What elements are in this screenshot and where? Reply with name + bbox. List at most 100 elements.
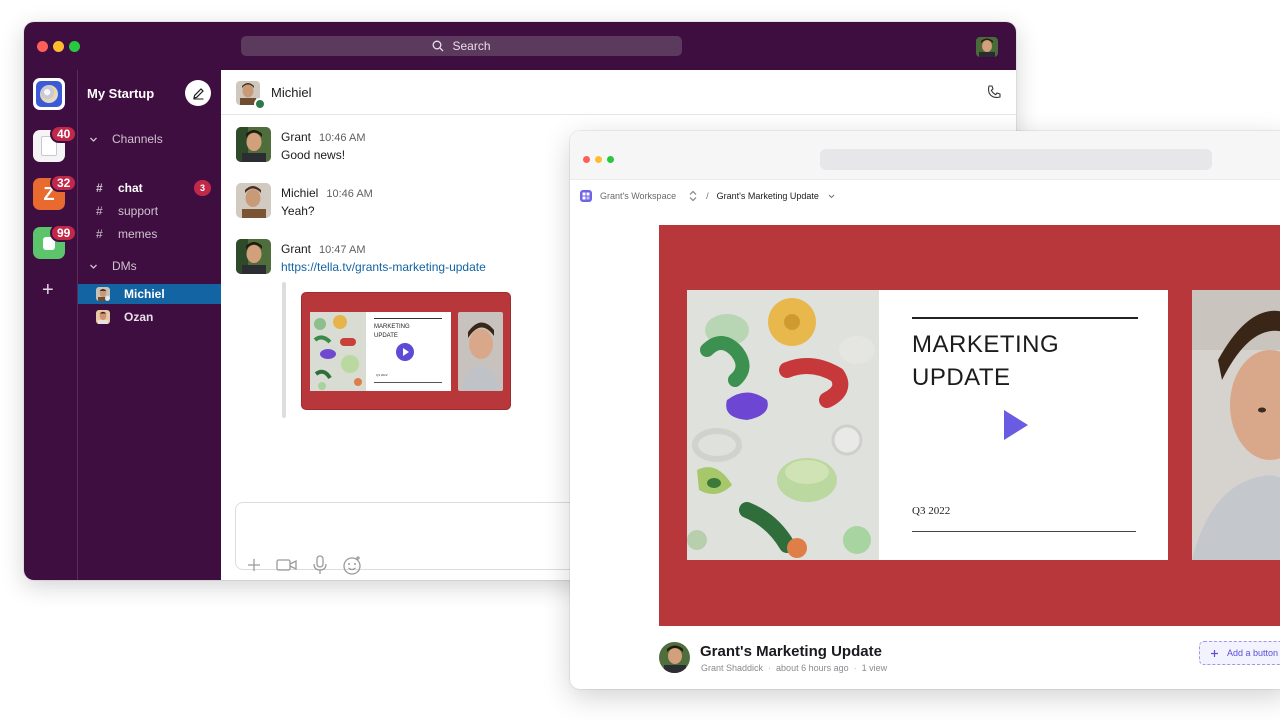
chevron-down-icon xyxy=(90,264,97,269)
message-link[interactable]: https://tella.tv/grants-marketing-update xyxy=(281,260,486,274)
sidebar-item-support[interactable]: # support xyxy=(78,201,221,221)
slide: MARKETING UPDATE Q3 2022 xyxy=(687,290,1168,560)
chevron-down-icon[interactable] xyxy=(827,192,836,201)
preview-rule xyxy=(374,382,442,383)
workspace-rail: 40 Z 32 99 + xyxy=(24,70,78,580)
unread-badge: 40 xyxy=(50,125,78,143)
close-window-button[interactable] xyxy=(37,41,48,52)
slide-bottom-rule xyxy=(912,531,1136,532)
conversation-title[interactable]: Michiel xyxy=(271,85,311,100)
minimize-window-button[interactable] xyxy=(595,156,602,163)
unread-badge: 99 xyxy=(50,224,78,242)
video-meta: Grant Shaddick · about 6 hours ago · 1 view xyxy=(701,663,888,673)
browser-toolbar xyxy=(570,131,1280,180)
channel-name: memes xyxy=(118,227,158,241)
sidebar-item-memes[interactable]: # memes xyxy=(78,224,221,244)
maximize-window-button[interactable] xyxy=(69,41,80,52)
preview-slide-title: MARKETING UPDATE xyxy=(374,324,410,339)
slide-title-line2: UPDATE xyxy=(912,364,1011,391)
slide-quarter: Q3 2022 xyxy=(912,505,951,517)
compose-button[interactable] xyxy=(185,80,211,106)
user-avatar[interactable] xyxy=(976,37,998,57)
channel-hash-icon: # xyxy=(96,227,103,241)
search-input[interactable]: Search xyxy=(241,36,682,56)
channel-unread-badge: 3 xyxy=(194,180,211,196)
video-views: 1 view xyxy=(861,663,888,673)
slide-title-line1: MARKETING xyxy=(912,331,1060,358)
channels-section-toggle[interactable]: Channels xyxy=(89,132,163,146)
title-bar: Search xyxy=(24,22,1016,70)
emoji-icon[interactable] xyxy=(342,555,362,575)
dm-avatar xyxy=(96,287,110,301)
plus-icon[interactable] xyxy=(246,557,262,573)
sidebar-item-chat[interactable]: # chat 3 xyxy=(78,178,221,198)
video-icon[interactable] xyxy=(276,557,298,573)
preview-slide-art xyxy=(310,312,366,391)
channel-hash-icon: # xyxy=(96,204,103,218)
author-name: Michiel xyxy=(281,186,319,200)
channel-name: support xyxy=(118,204,159,218)
author-avatar[interactable] xyxy=(659,642,690,673)
channel-hash-icon: # xyxy=(96,181,103,195)
workspace-name[interactable]: My Startup xyxy=(87,86,154,101)
compose-icon xyxy=(192,87,204,99)
address-bar[interactable] xyxy=(820,149,1212,170)
slide-top-rule xyxy=(912,317,1138,319)
add-workspace-button[interactable]: + xyxy=(42,280,54,300)
composer-toolbar xyxy=(246,555,362,575)
message-text: Yeah? xyxy=(281,204,315,218)
dm-name: Michiel xyxy=(124,287,165,301)
video-title: Grant's Marketing Update xyxy=(700,643,882,660)
dm-avatar xyxy=(96,310,110,324)
message-text: Good news! xyxy=(281,148,346,162)
message-time: 10:46 AM xyxy=(326,188,373,200)
workspace-logo-icon xyxy=(40,85,58,103)
conversation-header: Michiel xyxy=(221,70,1016,115)
message-avatar[interactable] xyxy=(236,183,271,218)
video-preview-thumbnail[interactable]: MARKETING UPDATE Q3 2022 xyxy=(301,292,511,410)
workspace-my-startup[interactable] xyxy=(33,78,65,110)
slide-title: MARKETING UPDATE xyxy=(912,328,1059,394)
play-icon[interactable] xyxy=(1004,410,1028,440)
slide-artwork xyxy=(687,290,879,560)
message-author[interactable]: Grant 10:47 AM xyxy=(281,242,366,256)
add-button-button[interactable]: Add a button xyxy=(1199,641,1280,665)
breadcrumb-separator: / xyxy=(706,191,709,201)
sidebar-item-ozan[interactable]: Ozan xyxy=(78,307,221,327)
presence-indicator xyxy=(254,98,266,110)
breadcrumb-current[interactable]: Grant's Marketing Update xyxy=(717,191,819,201)
maximize-window-button[interactable] xyxy=(607,156,614,163)
phone-icon[interactable] xyxy=(986,84,1002,100)
plus-icon xyxy=(1211,649,1218,657)
tella-browser-window: Grant's Workspace / Grant's Marketing Up… xyxy=(570,131,1280,689)
breadcrumb: Grant's Workspace / Grant's Marketing Up… xyxy=(580,190,836,202)
minimize-window-button[interactable] xyxy=(53,41,64,52)
video-author[interactable]: Grant Shaddick xyxy=(701,663,763,673)
video-player[interactable]: MARKETING UPDATE Q3 2022 xyxy=(659,225,1280,626)
message-author[interactable]: Michiel 10:46 AM xyxy=(281,186,373,200)
author-name: Grant xyxy=(281,130,312,144)
workspace-icon xyxy=(580,190,592,202)
preview-presenter xyxy=(458,312,503,391)
dms-section-label: DMs xyxy=(112,259,137,273)
chevron-updown-icon[interactable] xyxy=(688,190,698,202)
dms-section-toggle[interactable]: DMs xyxy=(89,259,137,273)
message-author[interactable]: Grant 10:46 AM xyxy=(281,130,366,144)
chevron-down-icon xyxy=(90,137,97,142)
close-window-button[interactable] xyxy=(583,156,590,163)
play-icon[interactable] xyxy=(396,343,414,361)
dm-name: Ozan xyxy=(124,310,154,324)
search-icon xyxy=(433,40,444,52)
breadcrumb-workspace[interactable]: Grant's Workspace xyxy=(600,191,676,201)
sidebar-item-michiel[interactable]: Michiel xyxy=(78,284,221,304)
message-avatar[interactable] xyxy=(236,127,271,162)
channels-section-label: Channels xyxy=(112,132,163,146)
channel-name: chat xyxy=(118,181,143,195)
message-avatar[interactable] xyxy=(236,239,271,274)
microphone-icon[interactable] xyxy=(312,555,328,575)
preview-slide: MARKETING UPDATE Q3 2022 xyxy=(310,312,451,391)
unread-badge: 32 xyxy=(50,174,78,192)
video-time-ago: about 6 hours ago xyxy=(776,663,849,673)
preview-rule xyxy=(374,318,442,319)
author-name: Grant xyxy=(281,242,312,256)
